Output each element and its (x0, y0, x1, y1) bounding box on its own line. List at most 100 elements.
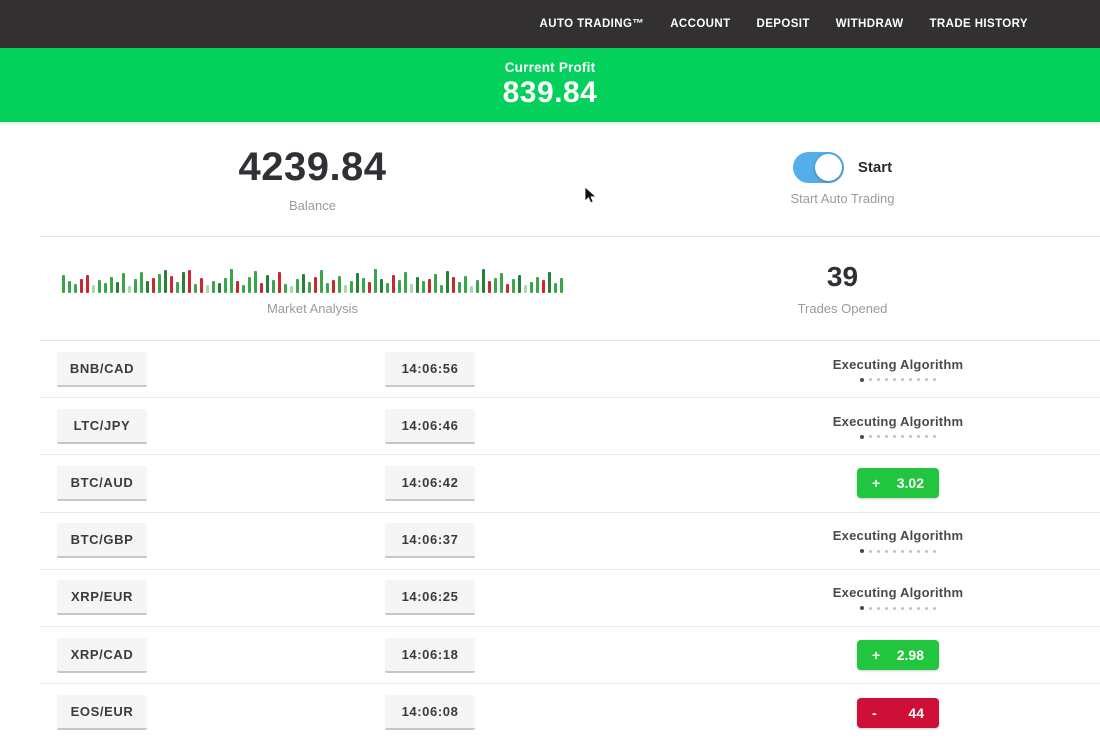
progress-dot (869, 550, 872, 553)
progress-dot (901, 435, 904, 438)
candle-bar (68, 281, 71, 293)
candle-bar (218, 283, 221, 293)
pair-chip[interactable]: XRP/EUR (57, 580, 147, 615)
pair-chip[interactable]: XRP/CAD (57, 638, 147, 673)
profit-badge: +2.98 (857, 640, 939, 670)
candle-bar (146, 281, 149, 293)
progress-dot (877, 550, 880, 553)
time-chip: 14:06:37 (385, 523, 475, 558)
candle-bar (536, 277, 539, 293)
time-chip: 14:06:25 (385, 580, 475, 615)
badge-amount: 44 (908, 705, 924, 721)
candle-bar (188, 270, 191, 293)
progress-dot (885, 607, 888, 610)
auto-trading-toggle[interactable] (793, 152, 844, 183)
progress-dot (909, 607, 912, 610)
auto-trading-cell: Start Start Auto Trading (585, 122, 1100, 236)
candle-bar (362, 278, 365, 293)
trade-status: -44 (696, 698, 1100, 728)
candle-bar (350, 281, 353, 293)
balance-value: 4239.84 (238, 145, 386, 190)
progress-dot (925, 435, 928, 438)
progress-dot (933, 378, 936, 381)
time-chip: 14:06:08 (385, 695, 475, 730)
candle-bar (458, 282, 461, 293)
progress-dot (901, 378, 904, 381)
progress-dot (893, 607, 896, 610)
candle-bar (80, 279, 83, 293)
nav-item-auto-trading[interactable]: AUTO TRADING™ (540, 18, 645, 30)
candle-bar (278, 272, 281, 293)
candle-bar (386, 283, 389, 293)
candle-bar (242, 285, 245, 293)
nav-item-account[interactable]: ACCOUNT (670, 18, 730, 30)
candle-bar (92, 285, 95, 293)
balance-label: Balance (289, 198, 336, 213)
top-nav-bar: AUTO TRADING™ ACCOUNT DEPOSIT WITHDRAW TRADE… (0, 0, 1100, 48)
candle-bar (434, 274, 437, 293)
progress-dot (877, 607, 880, 610)
progress-dot (877, 435, 880, 438)
candle-bar (416, 277, 419, 293)
progress-dot (885, 435, 888, 438)
candle-bar (176, 282, 179, 293)
candle-bar (224, 278, 227, 293)
progress-dot (917, 550, 920, 553)
progress-dot (925, 550, 928, 553)
trade-status: Executing Algorithm (696, 585, 1100, 610)
progress-dot (909, 435, 912, 438)
candle-bar (254, 271, 257, 293)
candle-bar (104, 283, 107, 293)
candle-bar (392, 275, 395, 293)
candle-bar (422, 281, 425, 293)
pair-chip[interactable]: LTC/JPY (57, 409, 147, 444)
progress-dot (909, 550, 912, 553)
candle-bar (272, 280, 275, 293)
trade-status: Executing Algorithm (696, 528, 1100, 553)
progress-dot (860, 435, 864, 439)
loss-badge: -44 (857, 698, 939, 728)
nav-item-trade-history[interactable]: TRADE HISTORY (930, 18, 1029, 30)
nav-item-withdraw[interactable]: WITHDRAW (836, 18, 904, 30)
progress-dot (917, 607, 920, 610)
progress-dot (869, 607, 872, 610)
candle-bar (512, 279, 515, 293)
trades-opened-cell: 39 Trades Opened (585, 237, 1100, 340)
nav-item-deposit[interactable]: DEPOSIT (757, 18, 810, 30)
trade-status: Executing Algorithm (696, 414, 1100, 439)
market-section: Market Analysis 39 Trades Opened (40, 237, 1100, 341)
candle-bar (212, 281, 215, 293)
pair-chip[interactable]: BTC/AUD (57, 466, 147, 501)
pair-chip[interactable]: BNB/CAD (57, 352, 147, 387)
candle-bar (428, 279, 431, 293)
candle-bar (302, 274, 305, 293)
pair-chip[interactable]: BTC/GBP (57, 523, 147, 558)
candle-bar (74, 284, 77, 293)
progress-dot (877, 378, 880, 381)
executing-algorithm-label: Executing Algorithm (833, 585, 963, 600)
trade-status: +3.02 (696, 468, 1100, 498)
candle-bar (308, 282, 311, 293)
candle-bar (200, 278, 203, 293)
trades-opened-label: Trades Opened (798, 301, 888, 316)
candle-bar (182, 272, 185, 293)
progress-dot (885, 550, 888, 553)
progress-dot (901, 550, 904, 553)
pair-chip[interactable]: EOS/EUR (57, 695, 147, 730)
executing-algorithm-label: Executing Algorithm (833, 414, 963, 429)
candle-bar (524, 285, 527, 293)
candle-bar (398, 280, 401, 293)
trade-row: BTC/AUD 14:06:42 +3.02 (40, 455, 1100, 512)
progress-dot (909, 378, 912, 381)
executing-algorithm-label: Executing Algorithm (833, 357, 963, 372)
candle-bar (296, 279, 299, 293)
candle-bar (488, 281, 491, 293)
progress-dot (893, 378, 896, 381)
market-analysis-cell: Market Analysis (40, 237, 585, 340)
current-profit-value: 839.84 (503, 76, 598, 110)
progress-dots (860, 378, 936, 382)
trade-row: BTC/GBP 14:06:37 Executing Algorithm (40, 513, 1100, 570)
badge-sign: + (872, 475, 880, 491)
candle-bar (110, 277, 113, 293)
candle-bar (464, 276, 467, 293)
